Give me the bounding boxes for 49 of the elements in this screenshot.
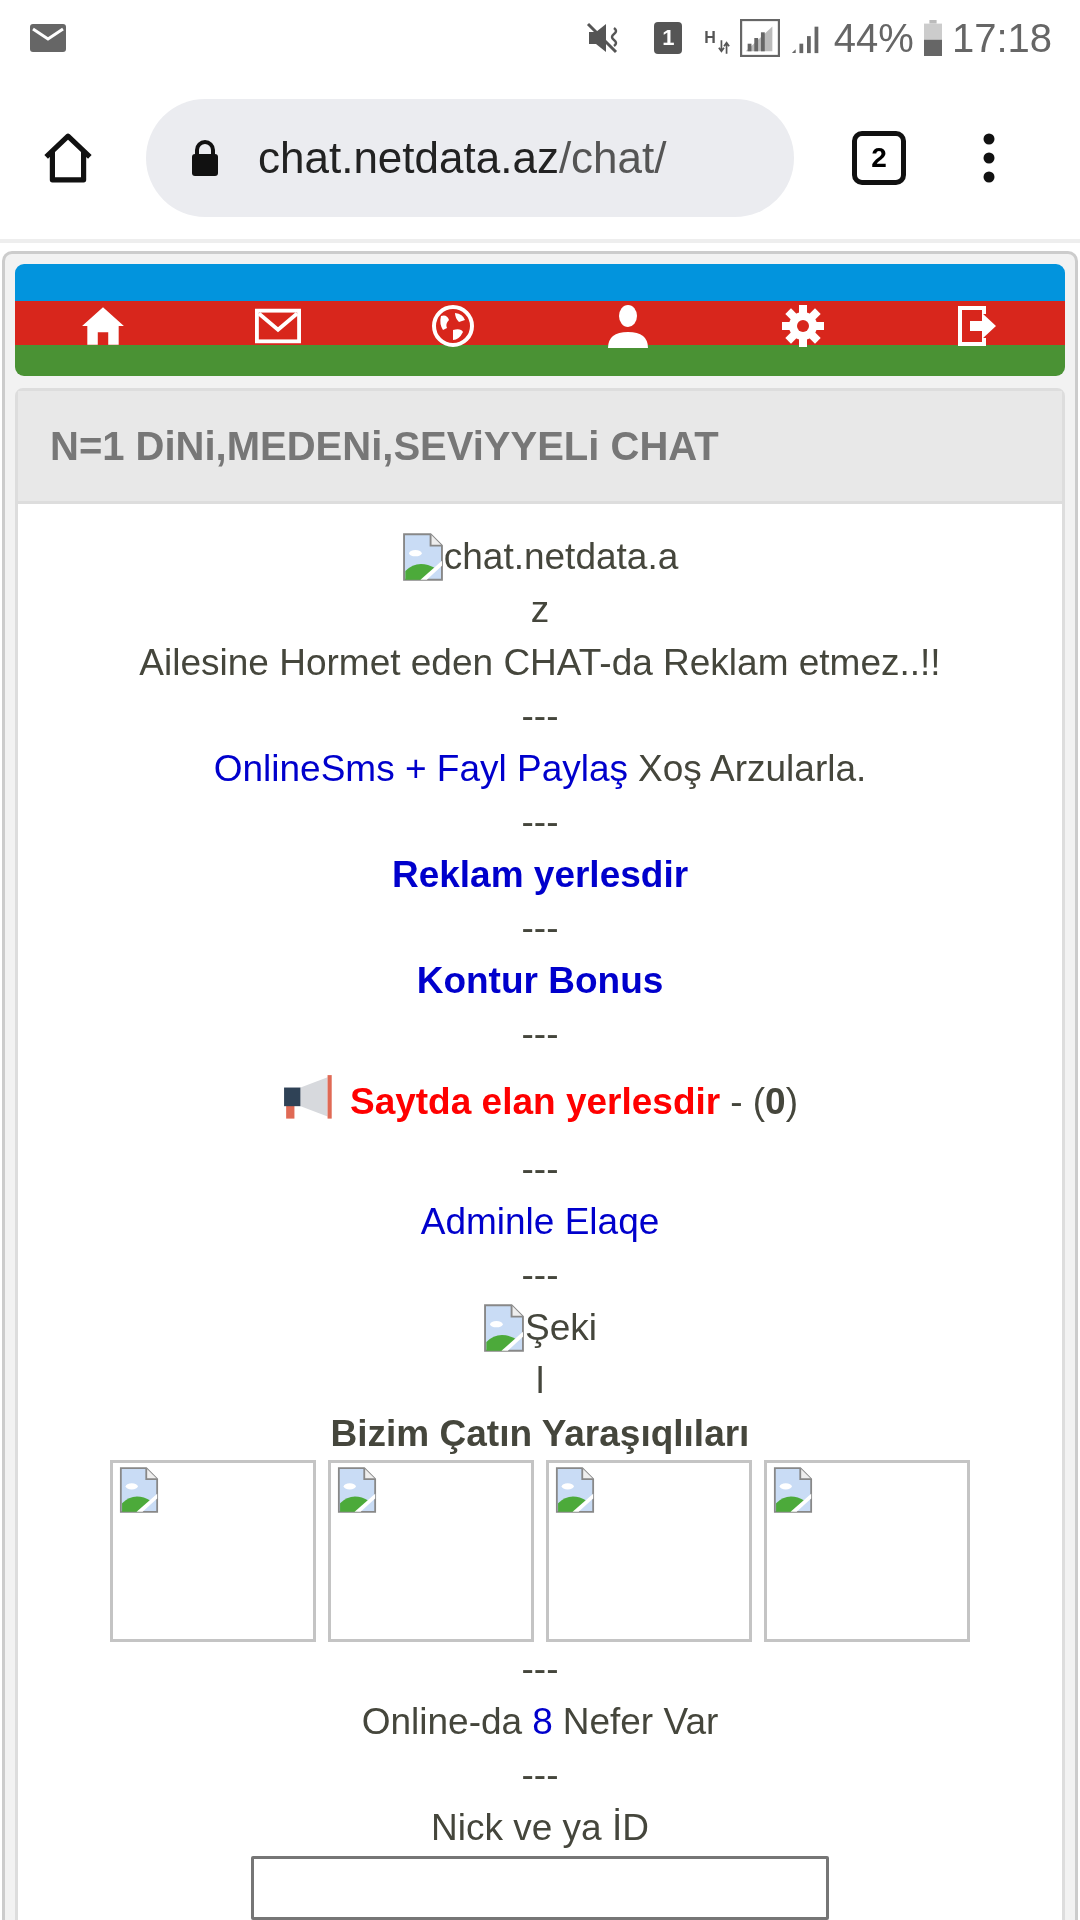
separator-text: --- <box>521 906 559 950</box>
tab-count-button[interactable]: 2 <box>852 130 906 185</box>
menu-link[interactable]: Reklam yerlesdir <box>391 848 689 901</box>
nick-input-field[interactable] <box>251 1856 829 1920</box>
url-text: chat.netdata.az/chat/ <box>258 132 667 183</box>
menu-link[interactable]: Kontur Bonus <box>416 954 664 1007</box>
menu-icon[interactable] <box>982 132 996 183</box>
battery-icon <box>923 20 942 56</box>
chat-title: N=1 DiNi,MEDENi,SEViYYELi CHAT <box>50 423 719 469</box>
separator-text: --- <box>521 1012 559 1056</box>
separator-text: --- <box>521 1253 559 1297</box>
settings-icon[interactable] <box>779 304 826 348</box>
home-icon[interactable] <box>42 131 94 184</box>
lock-icon <box>190 139 220 176</box>
sms-share-link[interactable]: OnlineSms + Fayl Paylaş <box>213 742 629 795</box>
image-alt-text: z <box>530 588 550 632</box>
separator-text: --- <box>521 1753 559 1797</box>
contact-link[interactable]: Adminle Elaqe <box>420 1195 660 1248</box>
broken-image-icon <box>483 1303 525 1352</box>
online-count-link[interactable]: 8 <box>532 1695 553 1748</box>
separator-text: --- <box>521 1647 559 1691</box>
section-heading: Bizim Çatın Yaraşıqlıları <box>330 1412 750 1456</box>
broken-image-icon <box>553 1467 597 1513</box>
separator-text: --- <box>521 800 559 844</box>
mail-icon <box>30 24 66 52</box>
image-alt-text: chat.netdata.a <box>401 530 679 583</box>
signal-icon <box>739 19 780 57</box>
data-arrows-icon <box>717 39 730 55</box>
nick-label: Nick ve ya İD <box>431 1806 649 1850</box>
wishes-text: Xoş Arzularla. <box>638 747 867 791</box>
separator-text: --- <box>521 694 559 738</box>
network-type: H <box>704 29 716 47</box>
sim-badge: 1 <box>654 22 683 54</box>
post-ad-link[interactable]: Saytda elan yerlesdir <box>349 1074 721 1128</box>
broken-image-icon <box>335 1467 379 1513</box>
battery-percent: 44% <box>833 15 914 61</box>
image-alt-text: Şeki <box>483 1301 597 1354</box>
broken-image-icon <box>771 1467 815 1513</box>
globe-icon[interactable] <box>429 304 476 348</box>
broken-image-icon <box>117 1467 161 1513</box>
separator-text: --- <box>521 1147 559 1191</box>
broken-image-icon <box>401 532 444 581</box>
image-alt-text: l <box>535 1359 545 1403</box>
address-bar[interactable]: chat.netdata.az/chat/ <box>146 98 794 217</box>
notice-text: Ailesine Hormet eden CHAT-da Reklam etmez..!! <box>139 641 941 685</box>
clock: 17:18 <box>951 15 1052 61</box>
online-label: Online-da <box>361 1700 523 1744</box>
online-label: Nefer Var <box>562 1700 719 1744</box>
ad-count-text: - (0) <box>730 1079 798 1124</box>
